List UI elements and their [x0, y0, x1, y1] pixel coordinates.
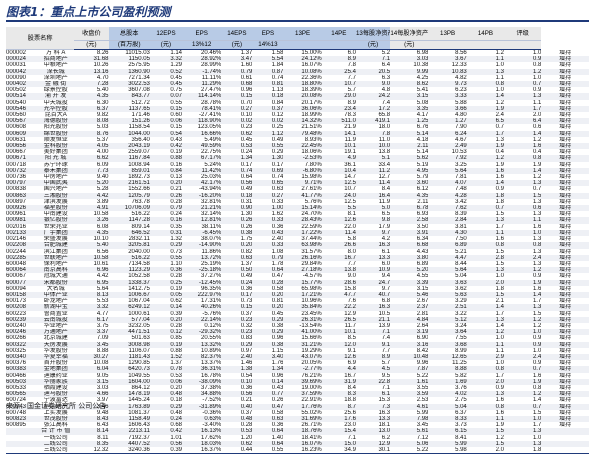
value-cell: 1.14 [170, 50, 182, 56]
column-unit: 13%12 [182, 40, 222, 50]
stock-name-cell: 万 科 A [46, 50, 66, 56]
column-header: 收盘价 [74, 27, 109, 41]
value-cell: 16.23% [283, 447, 322, 454]
column-unit [504, 40, 542, 50]
column-unit [283, 40, 322, 50]
column-unit [466, 40, 505, 50]
column-header: 14PE [321, 27, 356, 41]
column-header: EPS [182, 27, 222, 41]
column-unit [321, 40, 356, 50]
stock-code-cell: 000002 [6, 50, 27, 56]
value-cell: 2.0 [466, 447, 505, 454]
value-cell: 3240.36 [108, 447, 150, 454]
value-cell: 0.55 [252, 447, 284, 454]
table-body: 000002 万 科 A 8.26 11015.03 1.14 20.46% 1.37 1.5… [6, 50, 589, 454]
value-cell: 5.98 [428, 447, 467, 454]
column-header: 13PE [283, 27, 322, 41]
title-bar: 图表1：重点上市公司盈利预测 [6, 4, 589, 22]
earnings-forecast-table: 股票名称 收盘价 总股本 12EPS EPS 14EPS EPS 13PE 14PE 13每股净资… [6, 27, 589, 454]
value-cell: 12.32 [74, 447, 109, 454]
value-cell: 6.0 [347, 50, 356, 56]
value-cell: 0.44 [221, 447, 253, 454]
column-header: 13每股净资产 [355, 27, 391, 41]
value-cell: 20.46% [200, 50, 222, 56]
column-header: 14PB [466, 27, 505, 41]
column-unit: (百万股) [108, 40, 150, 50]
value-cell: 1.58 [271, 50, 284, 56]
column-unit: (元) [390, 40, 429, 50]
value-cell: 8.56 [455, 50, 467, 56]
value-cell: 5.22 [390, 447, 429, 454]
table-row: 三线公司 12.32 3240.36 0.39 16.37% 0.44 0.55 16.23%… [6, 447, 589, 454]
value-cell: 1.37 [240, 50, 253, 56]
column-unit [428, 40, 467, 50]
column-header: 14每股净资产 [390, 27, 429, 41]
column-header: 12EPS [149, 27, 182, 41]
value-cell: 1.2 [495, 50, 505, 56]
stock-name-cell: 合 计 市 值 [37, 428, 75, 435]
source-note: 来源：国金证券研究所 公司公告 [6, 402, 107, 410]
value-cell: 34.9 [321, 447, 356, 454]
stock-name-cell: 三线公司 [37, 447, 75, 454]
stock-code-cell [6, 447, 38, 454]
column-unit: 14%13 [252, 40, 284, 50]
column-header: 13PB [428, 27, 467, 41]
column-header: 评级 [504, 27, 542, 41]
rating-cell [541, 447, 589, 454]
value-cell: 1.8 [504, 447, 542, 454]
value-cell: 8.26 [96, 50, 109, 56]
column-unit: (元) [355, 40, 391, 50]
column-header: 14EPS [221, 27, 253, 41]
table-header: 股票名称 收盘价 总股本 12EPS EPS 14EPS EPS 13PE 14PE 13每股净资… [6, 27, 589, 50]
table-row: 000002 万 科 A 8.26 11015.03 1.14 20.46% 1.37 1.5… [6, 50, 589, 57]
value-cell: 15.00% [301, 50, 322, 56]
column-header: 股票名称 [6, 27, 75, 50]
column-header: 总股本 [108, 27, 150, 41]
column-unit: (元) [149, 40, 182, 50]
value-cell: 5.2 [381, 50, 391, 56]
value-cell: 11015.03 [125, 50, 150, 56]
figure-title: 图表1：重点上市公司盈利预测 [6, 5, 171, 19]
column-unit: (元) [74, 40, 109, 50]
rating-cell: 增持 [559, 49, 572, 56]
value-cell: 1.0 [532, 50, 542, 56]
value-cell: 6.98 [416, 50, 429, 56]
value-cell: 30.1 [355, 447, 391, 454]
column-header: EPS [252, 27, 284, 41]
column-unit: (元) [221, 40, 253, 50]
value-cell: 0.39 [149, 447, 182, 454]
value-cell: 16.37% [182, 447, 222, 454]
